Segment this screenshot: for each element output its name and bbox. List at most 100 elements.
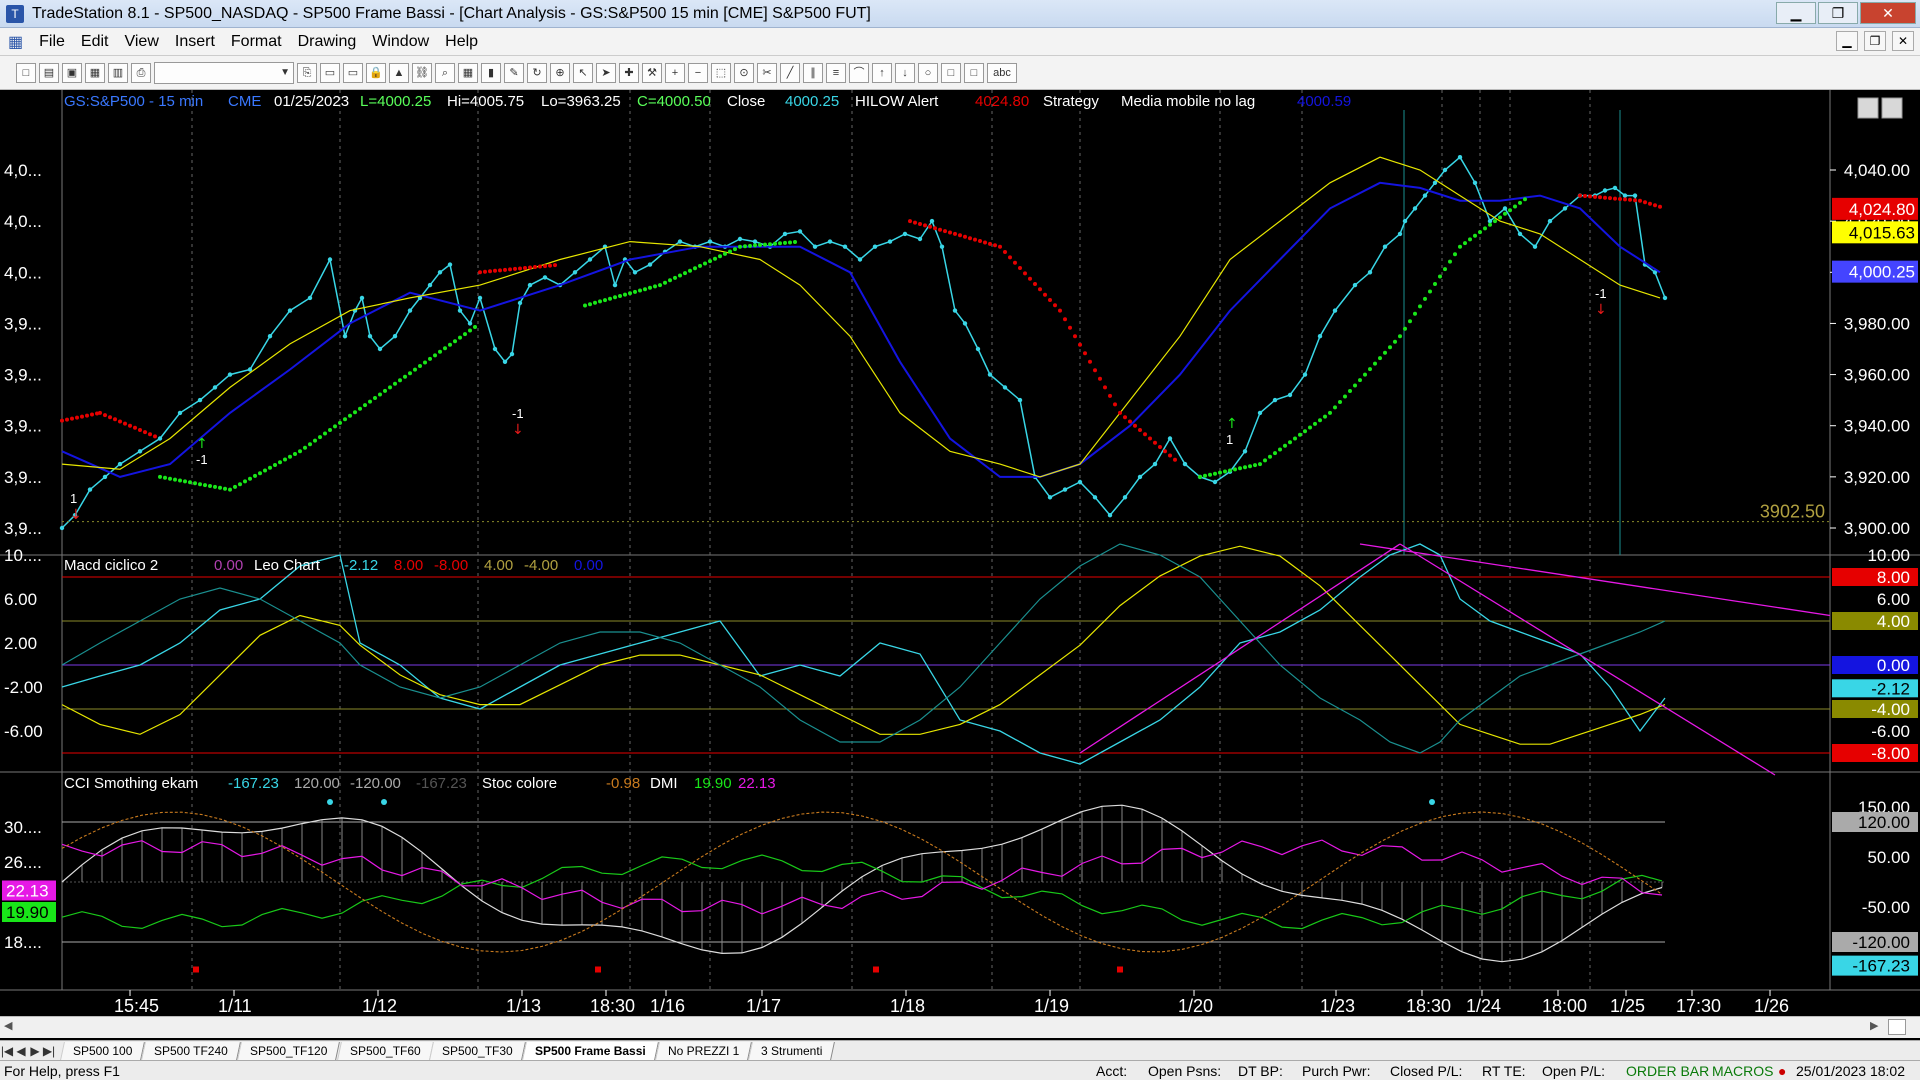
- tab-3-strumenti[interactable]: 3 Strumenti: [748, 1041, 836, 1060]
- menu-insert[interactable]: Insert: [167, 33, 223, 51]
- hammer-icon[interactable]: ⚒: [642, 62, 662, 83]
- trendline-icon[interactable]: ╱: [780, 62, 800, 83]
- chart-area[interactable]: 3902.501↓-1↑-1↓1↑-1↓GS:S&P500 - 15 min CM…: [0, 90, 1920, 1016]
- scroll-right-icon[interactable]: ▶: [1870, 1019, 1884, 1035]
- zoom-icon[interactable]: ⊕: [550, 62, 570, 83]
- track-icon[interactable]: ⊙: [734, 62, 754, 83]
- fib-icon[interactable]: ≡: [826, 62, 846, 83]
- zoom-in-icon[interactable]: +: [665, 62, 685, 83]
- chart-window-icon[interactable]: ▦: [0, 32, 31, 52]
- mdi-restore-button[interactable]: ❐: [1864, 31, 1886, 51]
- header-symbol: GS:S&P500 - 15 min: [64, 93, 203, 110]
- pane-minimize-button[interactable]: [1857, 97, 1879, 119]
- cci-header-dmi: DMI: [650, 775, 678, 792]
- header-low-lbl: L=4000.25: [360, 93, 431, 110]
- tools-icon[interactable]: ✂: [757, 62, 777, 83]
- cci-left-label: 18....: [4, 933, 42, 952]
- macd-signal-yellow: [61, 545, 1666, 745]
- hilow-green-dot: [718, 254, 722, 259]
- minimize-button[interactable]: ▁: [1776, 2, 1816, 24]
- menu-file[interactable]: File: [31, 33, 73, 51]
- menu-drawing[interactable]: Drawing: [290, 33, 365, 51]
- mdi-minimize-button[interactable]: ▁: [1836, 31, 1858, 51]
- tab-first-icon[interactable]: |◀: [0, 1044, 14, 1058]
- cci-header-dmi2: 22.13: [738, 775, 776, 792]
- hilow-green-dot: [378, 392, 382, 397]
- pane-restore-button[interactable]: [1881, 97, 1903, 119]
- hilow-red-dot: [913, 220, 917, 225]
- lock-icon[interactable]: 🔒: [366, 62, 386, 83]
- hilow-red-dot: [988, 241, 992, 246]
- hilow-red-dot: [513, 266, 517, 271]
- tab-sp500-tf240[interactable]: SP500 TF240: [141, 1041, 242, 1060]
- printpreview-icon[interactable]: ⎘: [297, 62, 317, 83]
- text-icon[interactable]: □: [964, 62, 984, 83]
- window2-icon[interactable]: ▭: [343, 62, 363, 83]
- hilow-red-dot: [143, 430, 147, 435]
- horizontal-scrollbar[interactable]: ◀ ▶: [0, 1016, 1920, 1038]
- print-icon[interactable]: ⎙: [131, 62, 151, 83]
- tab-sp500-tf30[interactable]: SP500_TF30: [429, 1041, 526, 1060]
- cci-header-stoc-val: -0.98: [606, 775, 640, 792]
- maximize-button[interactable]: ❐: [1818, 2, 1858, 24]
- menu-help[interactable]: Help: [437, 33, 486, 51]
- format-icon[interactable]: ✎: [504, 62, 524, 83]
- scroll-thumb[interactable]: [1888, 1019, 1906, 1035]
- circle-icon[interactable]: ○: [918, 62, 938, 83]
- tab-next-icon[interactable]: ▶: [28, 1044, 42, 1058]
- save-icon[interactable]: ▣: [62, 62, 82, 83]
- channel-icon[interactable]: ∥: [803, 62, 823, 83]
- new-icon[interactable]: □: [16, 62, 36, 83]
- close-button[interactable]: ✕: [1860, 2, 1916, 24]
- gann-icon[interactable]: ⌒: [849, 62, 869, 83]
- tab-sp500-frame-bassi[interactable]: SP500 Frame Bassi: [522, 1041, 659, 1060]
- menu-window[interactable]: Window: [364, 33, 437, 51]
- folder-icon[interactable]: ▥: [108, 62, 128, 83]
- menu-format[interactable]: Format: [223, 33, 290, 51]
- grid-icon[interactable]: ▦: [458, 62, 478, 83]
- crosshair-icon[interactable]: ✚: [619, 62, 639, 83]
- zoom-out-icon[interactable]: −: [688, 62, 708, 83]
- saveall-icon[interactable]: ▦: [85, 62, 105, 83]
- price-bar-point: [1107, 513, 1113, 518]
- arrow-down-icon[interactable]: ↓: [895, 62, 915, 83]
- order-bar-button[interactable]: ORDER BAR: [1626, 1063, 1709, 1079]
- symbol-input[interactable]: [154, 61, 294, 84]
- price-bar-point: [342, 334, 348, 339]
- refresh-icon[interactable]: ↻: [527, 62, 547, 83]
- search-icon[interactable]: ⌕: [435, 62, 455, 83]
- acct-label: Acct:: [1096, 1062, 1128, 1079]
- hilow-green-dot: [743, 244, 747, 249]
- tab-sp500-100[interactable]: SP500 100: [60, 1041, 146, 1060]
- hilow-red-dot: [1133, 423, 1137, 428]
- hilow-green-dot: [1298, 432, 1302, 437]
- menu-view[interactable]: View: [116, 33, 166, 51]
- link-icon[interactable]: ⛓: [412, 62, 432, 83]
- hilow-red-dot: [953, 231, 957, 236]
- scroll-left-icon[interactable]: ◀: [4, 1019, 18, 1035]
- menu-edit[interactable]: Edit: [73, 33, 117, 51]
- bars-icon[interactable]: ▮: [481, 62, 501, 83]
- macros-button[interactable]: MACROS: [1712, 1063, 1773, 1079]
- hilow-green-dot: [683, 271, 687, 276]
- window-icon[interactable]: ▭: [320, 62, 340, 83]
- select-icon[interactable]: ⬚: [711, 62, 731, 83]
- mdi-close-button[interactable]: ✕: [1892, 31, 1914, 51]
- tab-no-prezzi-1[interactable]: No PREZZI 1: [654, 1041, 753, 1060]
- chart-icon[interactable]: ▲: [389, 62, 409, 83]
- arrow-up-icon[interactable]: ↑: [872, 62, 892, 83]
- hilow-green-dot: [708, 259, 712, 264]
- hilow-green-dot: [1508, 208, 1512, 213]
- tab-prev-icon[interactable]: ◀: [14, 1044, 28, 1058]
- hilow-green-dot: [458, 335, 462, 340]
- text-tool-button[interactable]: abc: [987, 62, 1017, 83]
- tab-last-icon[interactable]: ▶|: [42, 1044, 56, 1058]
- tab-sp500-tf120[interactable]: SP500_TF120: [237, 1041, 341, 1060]
- hilow-green-dot: [1338, 400, 1342, 404]
- tab-sp500-tf60[interactable]: SP500_TF60: [336, 1041, 434, 1060]
- cursor-icon[interactable]: ↖: [573, 62, 593, 83]
- open-icon[interactable]: ▤: [39, 62, 59, 83]
- hilow-red-dot: [553, 263, 557, 268]
- pointer-icon[interactable]: ➤: [596, 62, 616, 83]
- rect-icon[interactable]: □: [941, 62, 961, 83]
